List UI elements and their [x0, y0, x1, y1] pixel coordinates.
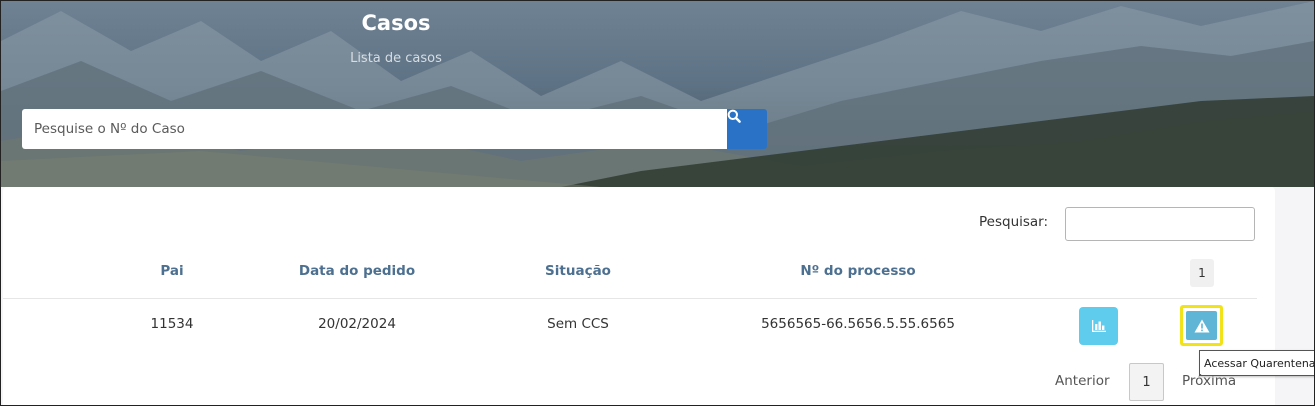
hero-banner: Casos Lista de casos [1, 1, 1314, 187]
warning-icon [1194, 319, 1209, 332]
search-icon [727, 109, 741, 123]
table-filter-input[interactable] [1065, 207, 1255, 241]
pagination-page-1[interactable]: 1 [1129, 363, 1164, 401]
page-title: Casos [361, 11, 431, 35]
column-header-pai[interactable]: Pai [160, 263, 183, 279]
search-button[interactable] [727, 109, 767, 149]
column-header-processo[interactable]: Nº do processo [800, 263, 915, 279]
column-badge: 1 [1190, 259, 1214, 287]
view-chart-button[interactable] [1079, 307, 1118, 345]
pagination-previous[interactable]: Anterior [1055, 373, 1110, 389]
cell-data-pedido: 20/02/2024 [318, 316, 396, 332]
bar-chart-icon [1091, 320, 1106, 332]
column-header-situacao[interactable]: Situação [545, 263, 611, 279]
quarantine-button-face [1186, 311, 1217, 340]
column-header-data-pedido[interactable]: Data do pedido [299, 263, 415, 279]
case-search-input[interactable] [22, 109, 727, 149]
cell-processo: 5656565-66.5656.5.55.6565 [761, 316, 955, 332]
pagination-next[interactable]: Próxima [1182, 373, 1236, 389]
cell-pai: 11534 [150, 316, 194, 332]
cell-situacao: Sem CCS [547, 316, 609, 332]
quarantine-button[interactable] [1180, 305, 1223, 346]
table-header-divider [3, 298, 1257, 299]
table-filter-label: Pesquisar: [979, 214, 1049, 230]
app-frame: Casos Lista de casos Pesquisar: Pai Data… [0, 0, 1315, 406]
page-subtitle: Lista de casos [350, 51, 442, 66]
